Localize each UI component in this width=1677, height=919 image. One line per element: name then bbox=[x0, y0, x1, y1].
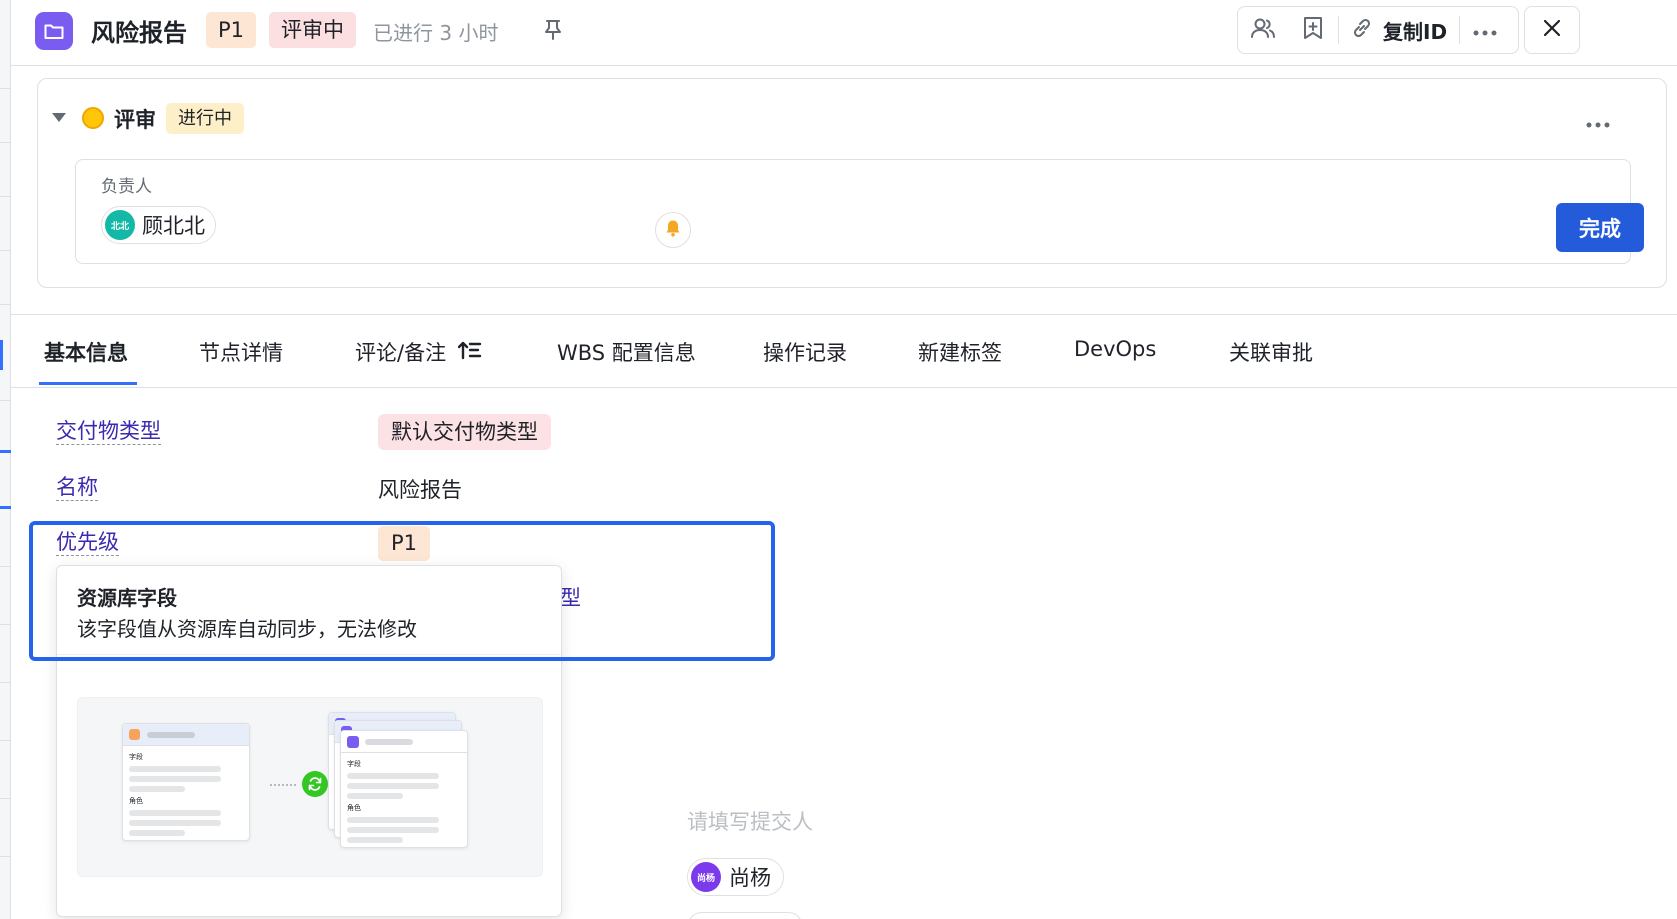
submitter-chip[interactable]: 尚杨 尚杨 bbox=[687, 858, 784, 896]
resource-field-tooltip: 资源库字段 该字段值从资源库自动同步，无法修改 字段 角色 字段 角色 bbox=[56, 565, 562, 917]
tooltip-description: 该字段值从资源库自动同步，无法修改 bbox=[77, 617, 417, 641]
placeholder-bar bbox=[347, 837, 403, 843]
app-logo-icon bbox=[347, 736, 359, 748]
tab-comments[interactable]: 评论/备注 bbox=[355, 337, 482, 367]
link-icon bbox=[1351, 17, 1373, 44]
placeholder-bar bbox=[347, 817, 439, 823]
person-chip[interactable] bbox=[687, 912, 803, 919]
placeholder-bar bbox=[147, 732, 195, 738]
close-button[interactable] bbox=[1524, 6, 1580, 54]
avatar: 北北 bbox=[105, 210, 135, 240]
node-state-badge: 进行中 bbox=[166, 103, 244, 134]
bell-icon bbox=[665, 219, 681, 241]
tooltip-title: 资源库字段 bbox=[77, 586, 177, 610]
placeholder-bar bbox=[129, 830, 185, 836]
owner-chip[interactable]: 北北 顾北北 bbox=[101, 206, 216, 244]
members-icon bbox=[1250, 16, 1276, 44]
bookmark-add-icon bbox=[1302, 16, 1324, 44]
more-icon bbox=[1473, 21, 1497, 40]
placeholder-bar bbox=[365, 739, 413, 745]
placeholder-bar bbox=[129, 786, 185, 792]
detail-header: 风险报告 P1 评审中 已进行 3 小时 复制ID bbox=[11, 0, 1677, 66]
tab-label: 新建标签 bbox=[918, 341, 1002, 365]
complete-button[interactable]: 完成 bbox=[1556, 203, 1644, 252]
placeholder-bar bbox=[129, 776, 221, 782]
sync-icon bbox=[302, 771, 328, 797]
tab-basic-info[interactable]: 基本信息 bbox=[44, 337, 128, 367]
tab-related-approval[interactable]: 关联审批 bbox=[1229, 337, 1313, 367]
page-title: 风险报告 bbox=[91, 19, 187, 47]
tab-label: DevOps bbox=[1074, 337, 1157, 361]
tab-devops[interactable]: DevOps bbox=[1074, 337, 1156, 361]
tab-label: WBS 配置信息 bbox=[557, 341, 696, 365]
tab-bar: 基本信息 节点详情 评论/备注 WBS 配置信息 操作记录 新建标签 DevOp… bbox=[11, 314, 1677, 388]
more-button[interactable] bbox=[1460, 7, 1510, 53]
tab-label: 基本信息 bbox=[44, 341, 128, 365]
tab-node-details[interactable]: 节点详情 bbox=[199, 337, 283, 367]
source-card-illustration: 字段 角色 bbox=[122, 723, 250, 841]
status-badge: 评审中 bbox=[269, 12, 356, 48]
placeholder-bar bbox=[347, 827, 439, 833]
tab-new-tag[interactable]: 新建标签 bbox=[918, 337, 1002, 367]
resource-logo-icon bbox=[129, 729, 140, 740]
tab-label: 关联审批 bbox=[1229, 341, 1313, 365]
avatar: 尚杨 bbox=[691, 862, 721, 892]
source-card-header bbox=[123, 724, 249, 746]
tab-label: 操作记录 bbox=[763, 341, 847, 365]
field-caption: 字段 bbox=[129, 753, 143, 761]
placeholder-bar bbox=[129, 820, 221, 826]
node-name: 评审 bbox=[114, 108, 156, 132]
background-page-sliver bbox=[0, 0, 11, 919]
tab-label: 节点详情 bbox=[199, 341, 283, 365]
active-tab-indicator bbox=[39, 382, 137, 385]
placeholder-bar bbox=[347, 793, 403, 799]
target-card-header bbox=[341, 731, 467, 753]
field-label-name[interactable]: 名称 bbox=[56, 474, 98, 501]
submitter-placeholder[interactable]: 请填写提交人 bbox=[687, 806, 813, 836]
partially-hidden-field-label[interactable]: 型 bbox=[560, 582, 581, 612]
node-more-icon[interactable] bbox=[1586, 105, 1610, 135]
members-button[interactable] bbox=[1238, 7, 1288, 53]
bookmark-button[interactable] bbox=[1288, 7, 1338, 53]
remind-button[interactable] bbox=[655, 212, 691, 248]
header-toolbar: 复制ID bbox=[1237, 6, 1519, 54]
field-label-deliverable-type[interactable]: 交付物类型 bbox=[56, 418, 161, 445]
tooltip-divider bbox=[57, 654, 561, 655]
deliverable-type-value: 默认交付物类型 bbox=[378, 414, 551, 450]
folder-icon bbox=[35, 12, 73, 50]
field-label-priority[interactable]: 优先级 bbox=[56, 529, 119, 556]
placeholder-bar bbox=[129, 766, 221, 772]
tab-wbs-config[interactable]: WBS 配置信息 bbox=[557, 337, 696, 367]
sync-illustration: 字段 角色 字段 角色 bbox=[77, 697, 543, 877]
tab-label: 评论/备注 bbox=[355, 341, 447, 365]
owner-section: 负责人 北北 顾北北 完成 bbox=[75, 159, 1644, 264]
name-value: 风险报告 bbox=[378, 478, 462, 502]
role-caption: 角色 bbox=[129, 797, 143, 805]
in-progress-status-icon bbox=[82, 107, 104, 129]
placeholder-bar bbox=[129, 810, 221, 816]
review-node-card: 评审 进行中 负责人 北北 顾北北 完成 bbox=[37, 78, 1667, 288]
placeholder-bar bbox=[347, 783, 439, 789]
copy-id-button[interactable]: 复制ID bbox=[1339, 7, 1459, 53]
close-icon bbox=[1542, 18, 1562, 42]
elapsed-time: 已进行 3 小时 bbox=[373, 21, 499, 45]
placeholder-bar bbox=[347, 773, 439, 779]
field-caption: 字段 bbox=[347, 760, 361, 768]
tab-operation-log[interactable]: 操作记录 bbox=[763, 337, 847, 367]
sort-order-icon[interactable] bbox=[457, 340, 482, 365]
copy-id-label: 复制ID bbox=[1383, 19, 1448, 44]
pin-icon[interactable] bbox=[541, 17, 565, 43]
submitter-name: 尚杨 bbox=[729, 866, 771, 890]
owner-name: 顾北北 bbox=[142, 214, 205, 238]
priority-badge: P1 bbox=[206, 12, 257, 48]
target-card-front: 字段 角色 bbox=[340, 730, 468, 848]
priority-value: P1 bbox=[378, 526, 431, 561]
owner-label: 负责人 bbox=[101, 177, 152, 197]
collapse-caret-icon[interactable] bbox=[52, 113, 66, 122]
role-caption: 角色 bbox=[347, 804, 361, 812]
